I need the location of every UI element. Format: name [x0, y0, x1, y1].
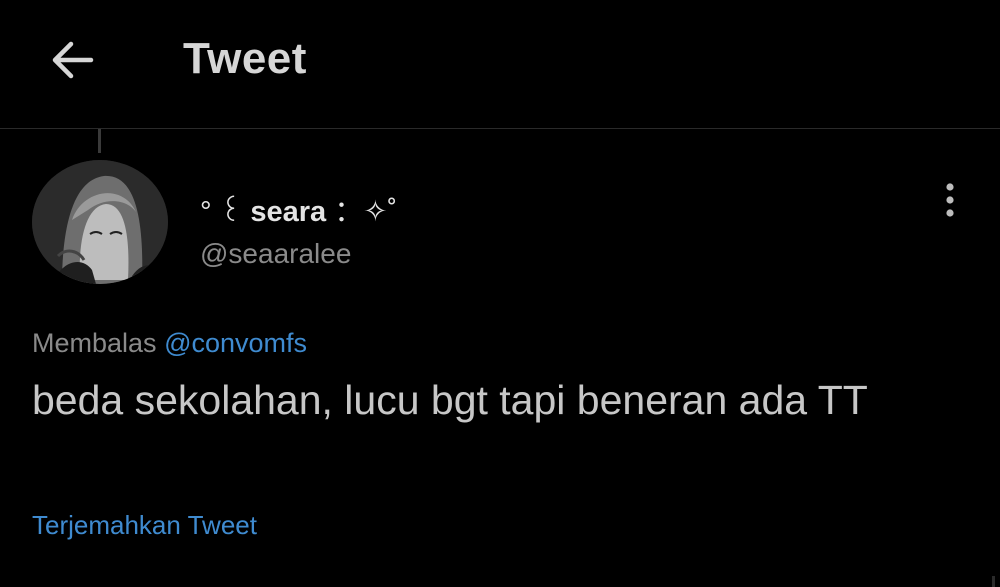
page-title: Tweet — [183, 34, 307, 83]
author-display-name[interactable]: ° ꒰ seara ：✧˚ — [200, 188, 397, 230]
avatar[interactable] — [32, 160, 168, 284]
scrollbar-indicator — [992, 576, 995, 587]
reply-context: Membalas @convomfs — [32, 328, 307, 359]
more-vertical-icon — [946, 183, 954, 217]
back-button[interactable] — [40, 28, 104, 92]
thread-connector-line — [98, 129, 101, 153]
name-prefix: ° ꒰ — [200, 196, 243, 228]
name-suffix: ：✧˚ — [334, 196, 398, 228]
tweet-text: beda sekolahan, lucu bgt tapi beneran ad… — [32, 377, 868, 423]
reply-prefix: Membalas — [32, 328, 157, 358]
author-name: seara — [250, 196, 327, 228]
more-options-button[interactable] — [930, 180, 970, 220]
arrow-left-icon — [52, 41, 94, 79]
top-bar: Tweet — [0, 0, 1000, 129]
reply-mention-link[interactable]: @convomfs — [164, 328, 307, 358]
author-handle[interactable]: @seaaralee — [200, 238, 351, 270]
avatar-image — [32, 160, 168, 284]
translate-tweet-link[interactable]: Terjemahkan Tweet — [32, 510, 257, 541]
